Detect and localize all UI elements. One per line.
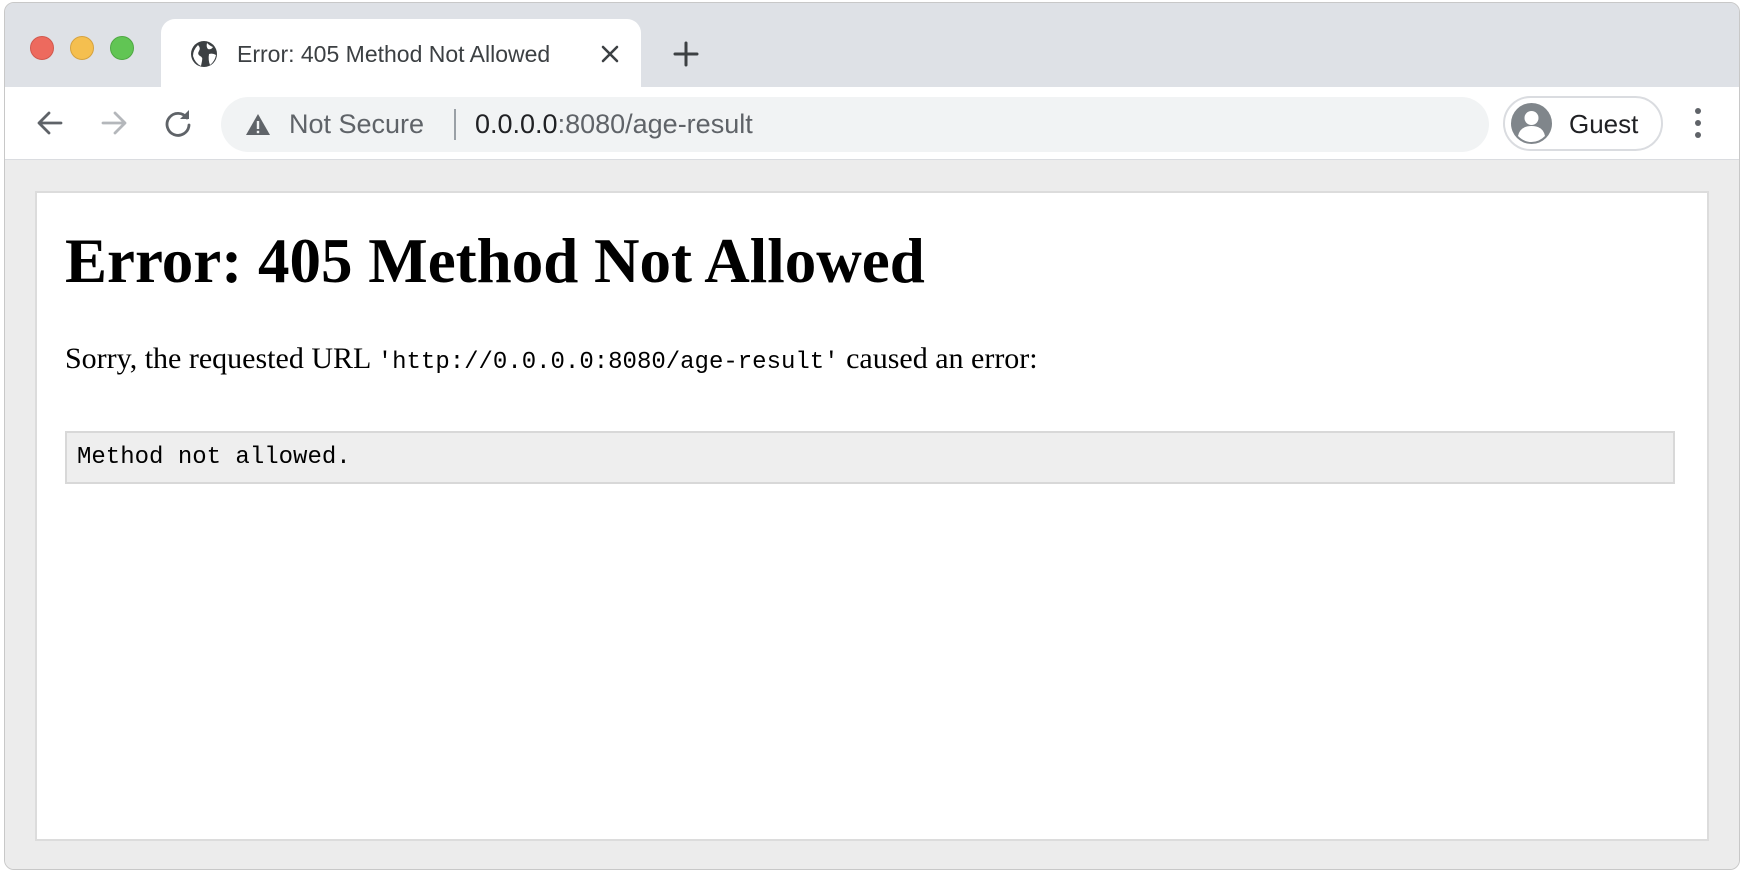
globe-icon [191, 41, 217, 67]
warning-triangle-icon[interactable] [245, 112, 271, 138]
window-maximize-button[interactable] [110, 36, 134, 60]
requested-url: 'http://0.0.0.0:8080/age-result' [377, 349, 839, 376]
plus-icon[interactable] [671, 39, 701, 69]
tab-strip: Error: 405 Method Not Allowed [5, 3, 1739, 87]
error-message: Sorry, the requested URL 'http://0.0.0.0… [65, 339, 1038, 383]
message-suffix: caused an error: [838, 342, 1038, 375]
profile-name: Guest [1569, 109, 1639, 139]
close-icon[interactable] [598, 42, 622, 66]
address-bar[interactable]: Not Secure 0.0.0.0:8080/age-result [221, 97, 1489, 152]
error-detail-box: Method not allowed. [65, 431, 1675, 484]
window-minimize-button[interactable] [70, 36, 94, 60]
message-prefix: Sorry, the requested URL [65, 342, 378, 375]
browser-window: Error: 405 Method Not Allowed Not Secure… [4, 2, 1740, 870]
security-status-label[interactable]: Not Secure [289, 108, 424, 140]
browser-toolbar: Not Secure 0.0.0.0:8080/age-result Guest [5, 87, 1739, 160]
window-close-button[interactable] [30, 36, 54, 60]
page-viewport: Error: 405 Method Not Allowed Sorry, the… [5, 160, 1739, 869]
url-text[interactable]: 0.0.0.0:8080/age-result [475, 108, 753, 140]
person-avatar-icon [1511, 103, 1552, 144]
page-title: Error: 405 Method Not Allowed [65, 226, 925, 296]
arrow-left-icon[interactable] [33, 106, 67, 140]
tab-title: Error: 405 Method Not Allowed [237, 41, 551, 67]
url-host: 0.0.0.0 [475, 109, 558, 139]
active-tab[interactable]: Error: 405 Method Not Allowed [161, 19, 641, 87]
profile-button[interactable]: Guest [1503, 96, 1663, 151]
reload-icon[interactable] [161, 106, 195, 140]
url-path: :8080/age-result [557, 109, 753, 139]
more-vertical-icon[interactable] [1691, 105, 1705, 141]
arrow-right-icon[interactable] [97, 106, 131, 140]
address-separator [454, 109, 456, 140]
error-page: Error: 405 Method Not Allowed Sorry, the… [35, 191, 1709, 841]
